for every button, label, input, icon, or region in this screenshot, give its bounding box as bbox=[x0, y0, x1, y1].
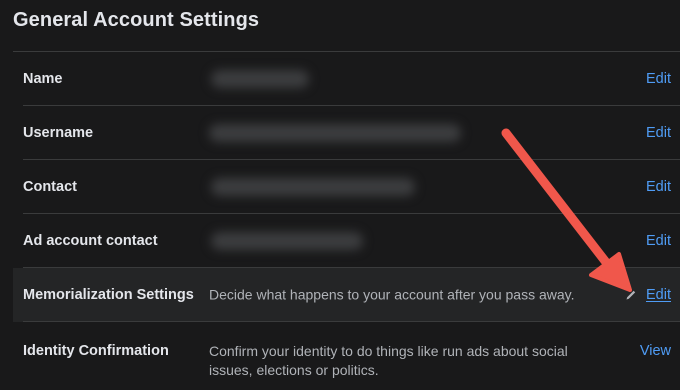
identity-confirmation-description-line-2: issues, elections or politics. bbox=[209, 362, 379, 378]
name-value-redacted bbox=[211, 70, 309, 88]
row-label-username: Username bbox=[23, 125, 94, 141]
pencil-icon[interactable] bbox=[625, 289, 637, 301]
settings-row-memorialization[interactable]: Memorialization Settings Decide what hap… bbox=[13, 268, 680, 322]
settings-row-identity-confirmation: Identity Confirmation Confirm your ident… bbox=[13, 322, 680, 390]
edit-name-link[interactable]: Edit bbox=[646, 71, 671, 87]
memorialization-description: Decide what happens to your account afte… bbox=[209, 286, 575, 303]
row-label-contact: Contact bbox=[23, 179, 77, 195]
edit-memorialization-link[interactable]: Edit bbox=[646, 287, 671, 303]
settings-row-name: Name Edit bbox=[13, 52, 680, 106]
row-label-name: Name bbox=[23, 71, 63, 87]
row-label-ad-account-contact: Ad account contact bbox=[23, 233, 158, 249]
edit-ad-account-contact-link[interactable]: Edit bbox=[646, 233, 671, 249]
row-label-identity-confirmation: Identity Confirmation bbox=[23, 343, 169, 359]
identity-confirmation-description-line-1: Confirm your identity to do things like … bbox=[209, 343, 568, 359]
page-title: General Account Settings bbox=[13, 9, 260, 31]
settings-row-contact: Contact Edit bbox=[13, 160, 680, 214]
view-identity-confirmation-link[interactable]: View bbox=[640, 343, 671, 359]
settings-row-ad-account-contact: Ad account contact Edit bbox=[13, 214, 680, 268]
settings-row-username: Username Edit bbox=[13, 106, 680, 160]
row-label-memorialization: Memorialization Settings bbox=[23, 287, 194, 303]
contact-value-redacted bbox=[211, 178, 415, 196]
ad-account-contact-value-redacted bbox=[211, 232, 363, 250]
edit-username-link[interactable]: Edit bbox=[646, 125, 671, 141]
edit-contact-link[interactable]: Edit bbox=[646, 179, 671, 195]
username-value-redacted bbox=[209, 124, 461, 142]
